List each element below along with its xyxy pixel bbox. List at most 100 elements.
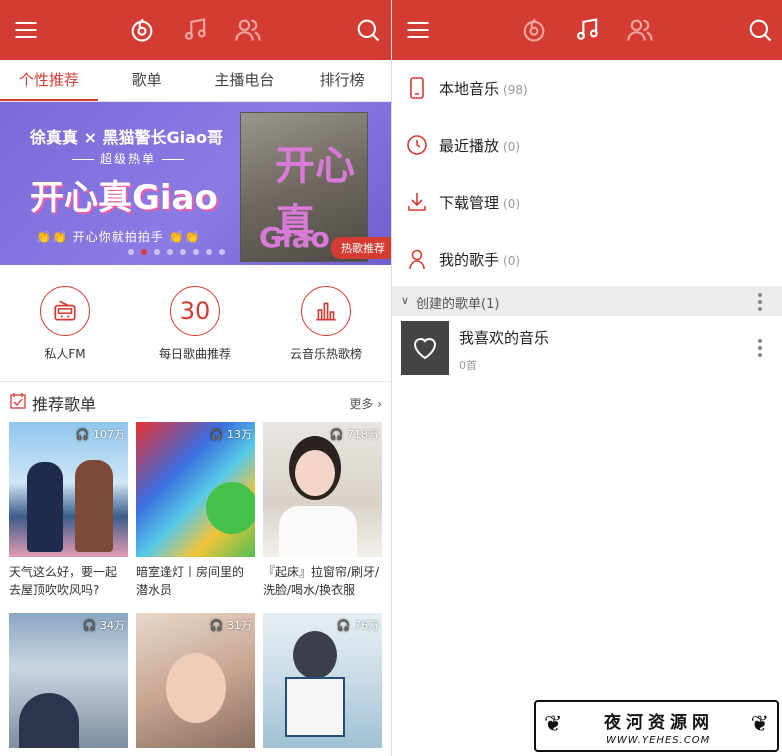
- heart-icon: [401, 321, 449, 375]
- local-music-label: 本地音乐: [439, 80, 500, 98]
- tab-playlists[interactable]: 歌单: [98, 60, 196, 101]
- private-fm-label: 私人FM: [44, 347, 86, 361]
- play-count-value: 34万: [100, 619, 125, 632]
- hot-chart-button[interactable]: 云音乐热歌榜: [276, 286, 376, 362]
- discover-screen: 个性推荐 歌单 主播电台 排行榜 徐真真 × 黑猫警长Giao哥 超级热单 开心…: [0, 0, 391, 756]
- my-singers-label: 我的歌手: [439, 251, 500, 269]
- playlist-card[interactable]: 🎧 107万 天气这么好，要一起去屋顶吹吹风吗?: [9, 422, 128, 599]
- chart-bars-icon: [301, 286, 351, 336]
- playlist-cover: 🎧 34万: [9, 613, 128, 748]
- play-count: 🎧 76万: [336, 619, 379, 632]
- my-singers-count: (0): [503, 254, 521, 268]
- recommend-header: 推荐歌单 更多 ›: [10, 390, 382, 414]
- playlist-count: 0首: [459, 359, 477, 372]
- private-fm-button[interactable]: 私人FM: [15, 286, 115, 362]
- ornament-right-icon: ❦: [750, 712, 769, 737]
- radio-icon: [40, 286, 90, 336]
- watermark-title: 夜河资源网: [604, 713, 714, 733]
- play-count-value: 107万: [93, 428, 125, 441]
- play-count-value: 31万: [227, 619, 252, 632]
- hot-chart-label: 云音乐热歌榜: [289, 347, 362, 361]
- discover-icon[interactable]: [518, 14, 550, 46]
- playlist-caption: 暗室逢灯丨房间里的潜水员: [136, 565, 245, 597]
- playlist-card[interactable]: 🎧 31万: [136, 613, 255, 748]
- top-bar: [0, 0, 391, 60]
- play-count: 🎧 107万: [75, 428, 125, 441]
- created-playlists-label: 创建的歌单(1): [416, 297, 500, 312]
- discover-icon[interactable]: [126, 14, 158, 46]
- playlist-card[interactable]: 🎧 13万 暗室逢灯丨房间里的潜水员: [136, 422, 255, 599]
- banner[interactable]: 徐真真 × 黑猫警长Giao哥 超级热单 开心真Giao 👏👏 开心你就拍拍手 …: [0, 102, 391, 265]
- my-music-screen: 本地音乐 (98) 最近播放 (0) 下载管理 (0) 我的歌手 (0) ∨ 创建的歌单…: [391, 0, 782, 756]
- recommend-title: 推荐歌单: [32, 395, 97, 414]
- play-count: 🎧 718万: [329, 428, 379, 441]
- banner-dot: [193, 249, 199, 255]
- download-label: 下载管理: [439, 194, 500, 212]
- poster-sub: Giao: [259, 221, 330, 254]
- circle-nav: 私人FM 30 每日歌曲推荐 云音乐热歌榜: [0, 286, 391, 376]
- playlist-caption: 天气这么好，要一起去屋顶吹吹风吗?: [9, 565, 118, 597]
- play-count-value: 76万: [354, 619, 379, 632]
- more-label: 更多: [349, 397, 374, 411]
- playlist-cover: 🎧 31万: [136, 613, 255, 748]
- music-note-icon[interactable]: [180, 14, 212, 46]
- banner-line4: 👏👏 开心你就拍拍手 👏👏: [36, 230, 201, 244]
- tab-ranking[interactable]: 排行榜: [293, 60, 391, 101]
- playlist-caption: 『起床』拉窗帘/刷牙/洗脸/喝水/换衣服: [263, 565, 380, 597]
- search-icon[interactable]: [352, 14, 384, 46]
- divider: [0, 381, 391, 382]
- download-count: (0): [503, 197, 521, 211]
- playlist-name: 我喜欢的音乐: [459, 329, 550, 347]
- play-count-value: 13万: [227, 428, 252, 441]
- playlist-cover: 🎧 718万: [263, 422, 382, 557]
- singer-icon: [409, 249, 425, 270]
- playlist-cover: 🎧 76万: [263, 613, 382, 748]
- playlist-card[interactable]: 🎧 718万 『起床』拉窗帘/刷牙/洗脸/喝水/换衣服: [263, 422, 382, 599]
- more-vert-icon[interactable]: [758, 339, 762, 357]
- friends-icon[interactable]: [624, 14, 656, 46]
- tab-radio[interactable]: 主播电台: [196, 60, 294, 101]
- recent-play-item[interactable]: 最近播放 (0): [392, 117, 782, 173]
- banner-dot: [206, 249, 212, 255]
- play-count-value: 718万: [347, 428, 379, 441]
- daily-songs-label: 每日歌曲推荐: [158, 347, 231, 361]
- tab-recommend[interactable]: 个性推荐: [0, 60, 98, 101]
- created-playlists-section[interactable]: ∨ 创建的歌单(1): [392, 286, 782, 316]
- playlist-card[interactable]: 🎧 34万: [9, 613, 128, 748]
- search-icon[interactable]: [744, 14, 776, 46]
- calendar-30-icon: 30: [170, 286, 220, 336]
- playlist-cover: 🎧 13万: [136, 422, 255, 557]
- playlist-cover: 🎧 107万: [9, 422, 128, 557]
- playlist-card[interactable]: 🎧 76万: [263, 613, 382, 748]
- watermark-url: WWW.YEHES.COM: [606, 735, 711, 746]
- local-music-count: (98): [503, 83, 528, 97]
- play-count: 🎧 31万: [209, 619, 252, 632]
- more-link[interactable]: 更多 ›: [349, 395, 382, 412]
- friends-icon[interactable]: [232, 14, 264, 46]
- download-item[interactable]: 下载管理 (0): [392, 174, 782, 230]
- daily-songs-button[interactable]: 30 每日歌曲推荐: [145, 286, 245, 362]
- banner-dot: [167, 249, 173, 255]
- ornament-left-icon: ❦: [544, 712, 563, 737]
- calendar-check-icon: [10, 393, 26, 409]
- phone-icon: [410, 77, 424, 99]
- play-count: 🎧 13万: [209, 428, 252, 441]
- banner-title: 开心真Giao: [30, 178, 218, 218]
- clock-icon: [407, 135, 427, 155]
- chevron-down-icon: ∨: [401, 294, 410, 307]
- menu-icon[interactable]: [10, 14, 42, 46]
- more-vert-icon[interactable]: [758, 293, 762, 311]
- play-count: 🎧 34万: [82, 619, 125, 632]
- menu-icon[interactable]: [402, 14, 434, 46]
- playlist-item[interactable]: 我喜欢的音乐 0首: [401, 321, 773, 375]
- banner-dot: [180, 249, 186, 255]
- banner-dot: [154, 249, 160, 255]
- local-music-item[interactable]: 本地音乐 (98): [392, 60, 782, 116]
- banner-dot: [219, 249, 225, 255]
- recent-play-count: (0): [503, 140, 521, 154]
- banner-dot-active: [141, 249, 147, 255]
- music-note-icon[interactable]: [572, 14, 604, 46]
- recent-play-label: 最近播放: [439, 137, 500, 155]
- my-singers-item[interactable]: 我的歌手 (0): [392, 231, 782, 287]
- banner-line1: 徐真真 × 黑猫警长Giao哥: [30, 128, 223, 147]
